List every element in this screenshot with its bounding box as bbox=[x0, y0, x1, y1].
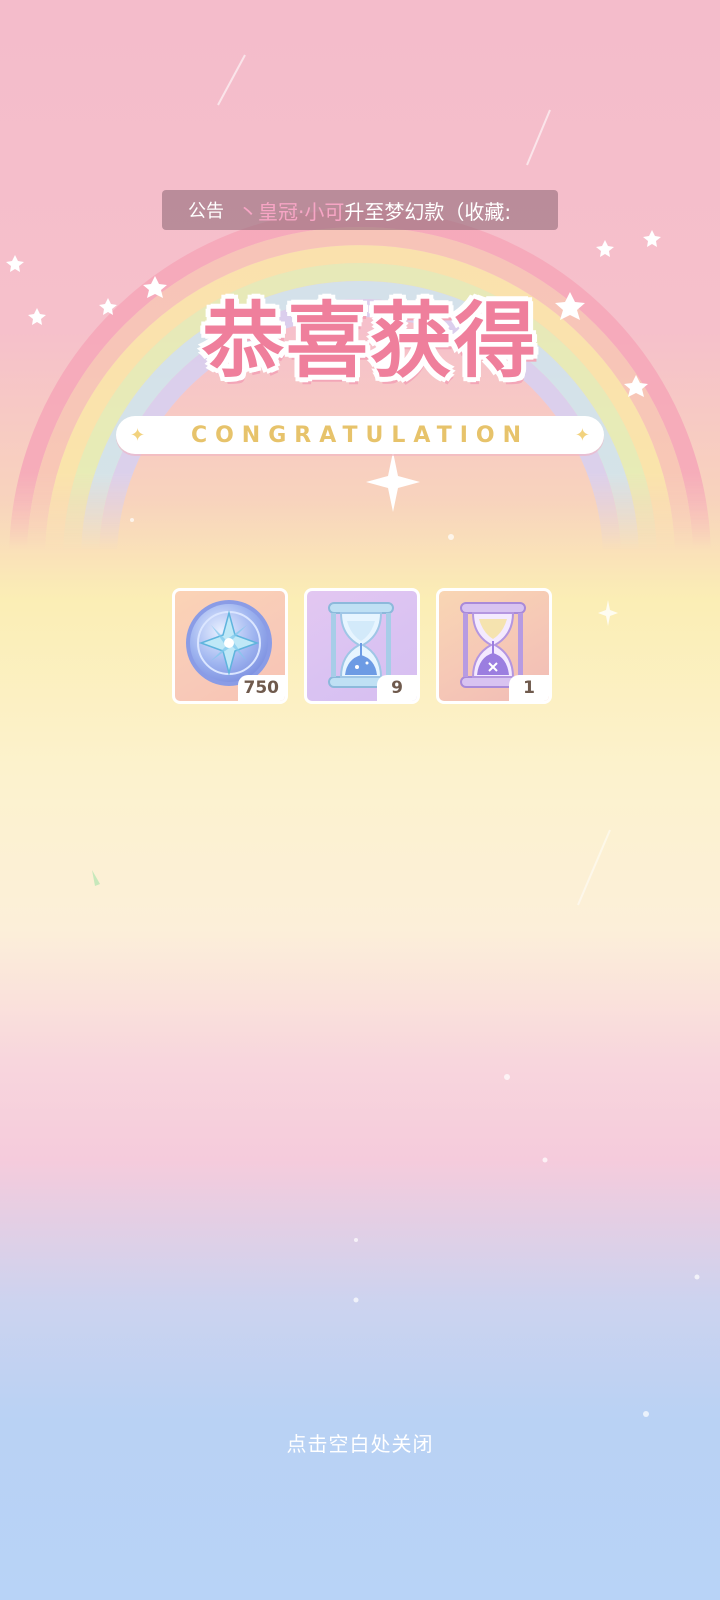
sparkle-icon: ✦ bbox=[130, 425, 146, 446]
announcement-tag: 公告 bbox=[188, 201, 224, 222]
congratulation-text: CONGRATULATION bbox=[190, 422, 530, 448]
announcement-banner[interactable]: 公告 丶皇冠·小可 升至梦幻款（收藏: bbox=[162, 190, 558, 230]
close-hint[interactable]: 点击空白处关闭 bbox=[0, 1428, 720, 1457]
reward-item-star-coin[interactable]: 750 bbox=[172, 588, 288, 704]
reward-count: 1 bbox=[509, 675, 549, 701]
announcement-text: 升至梦幻款（收藏: bbox=[344, 199, 512, 224]
sparkle-icon: ✦ bbox=[574, 425, 590, 446]
reward-item-purple-hourglass[interactable]: 1 bbox=[436, 588, 552, 704]
rainbow-background bbox=[6, 54, 711, 1417]
reward-title-block: 恭喜获得 bbox=[150, 292, 590, 404]
congratulation-ribbon: ✦ CONGRATULATION ✦ bbox=[116, 416, 604, 454]
announcement-highlight: 丶皇冠·小可 bbox=[238, 199, 345, 224]
reward-item-blue-hourglass[interactable]: 9 bbox=[304, 588, 420, 704]
reward-list: 750 9 1 bbox=[172, 588, 554, 706]
reward-count: 9 bbox=[377, 675, 417, 701]
reward-count: 750 bbox=[237, 675, 285, 701]
reward-title: 恭喜获得 bbox=[201, 294, 538, 389]
